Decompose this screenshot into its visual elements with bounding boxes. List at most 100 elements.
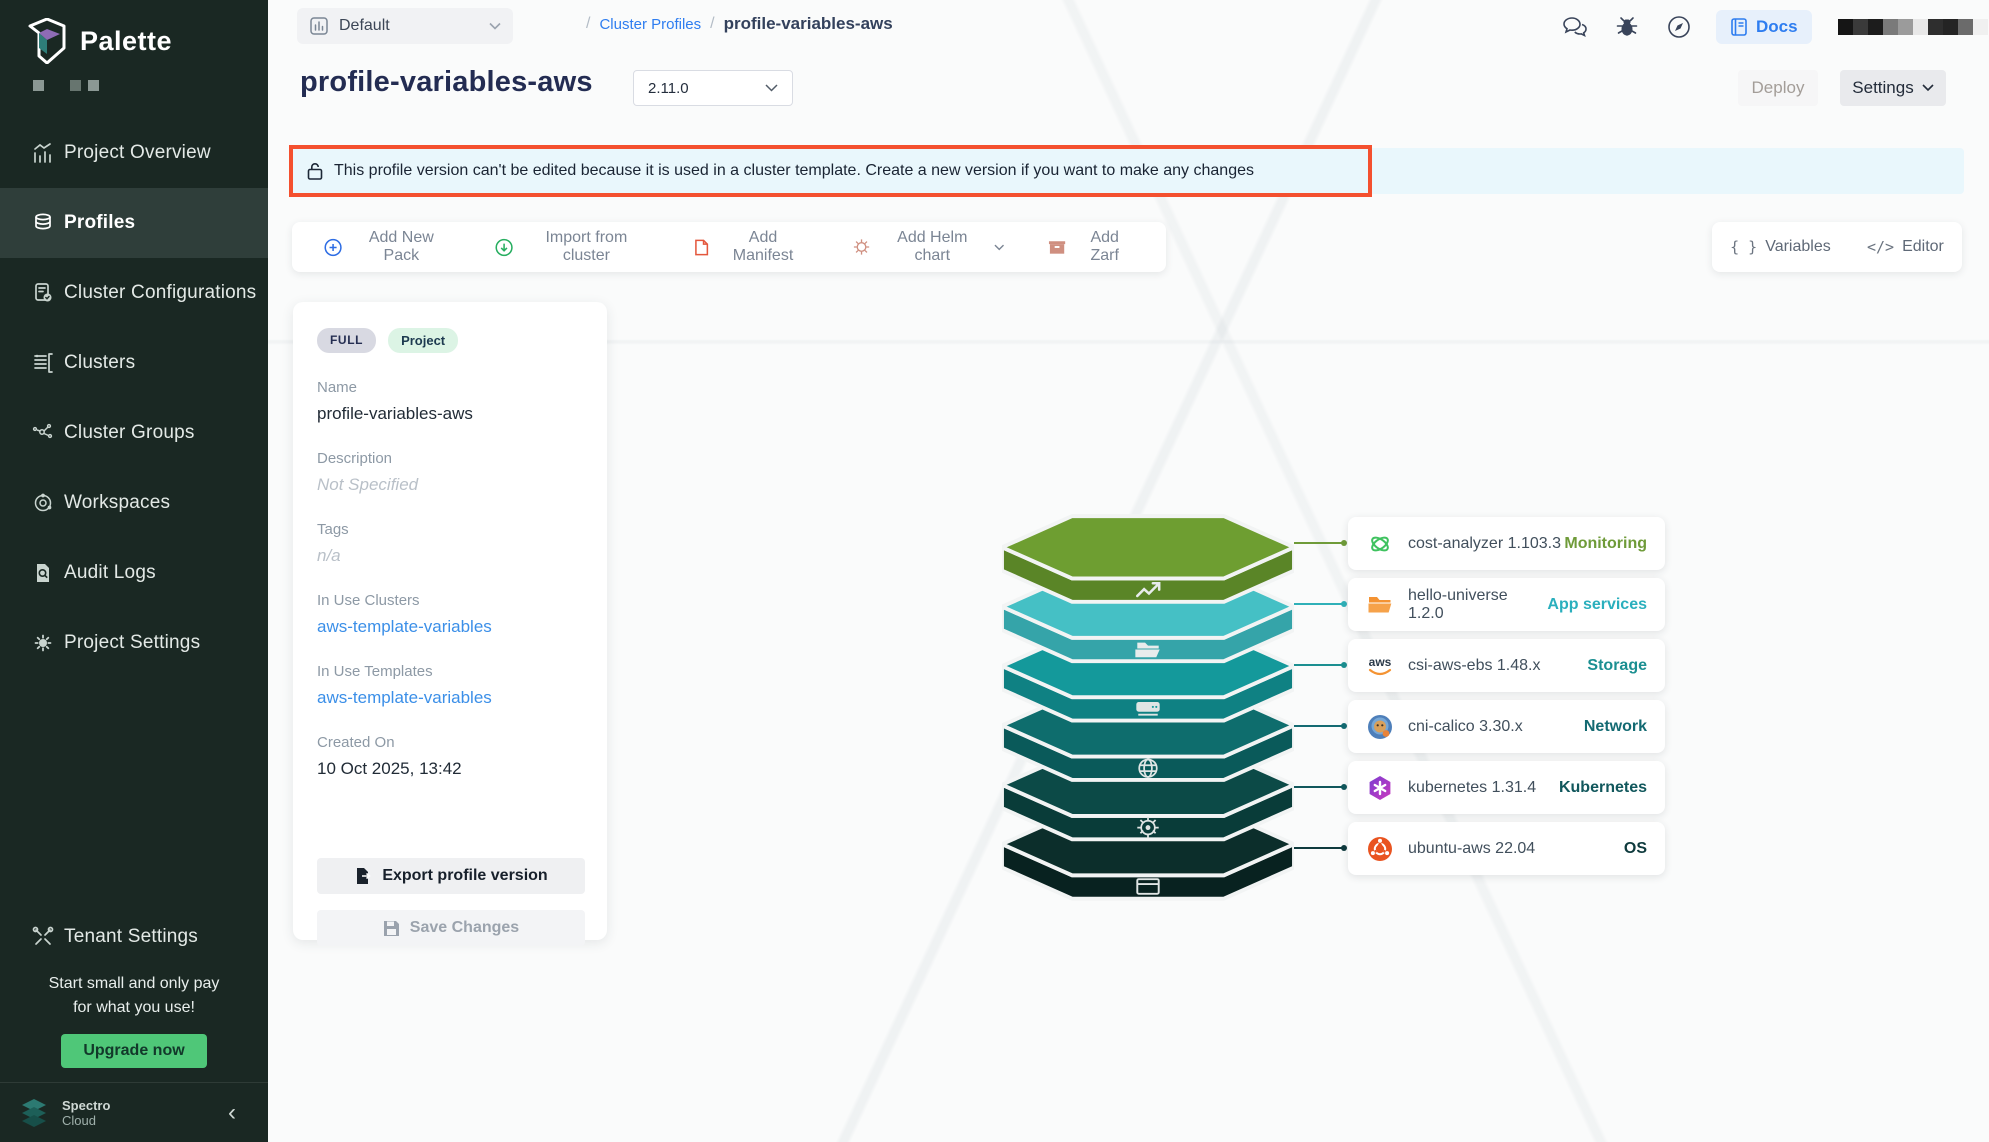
in-use-template-link[interactable]: aws-template-variables xyxy=(317,688,583,708)
variables-button[interactable]: { } Variables xyxy=(1730,238,1831,256)
bug-report-icon[interactable] xyxy=(1612,12,1642,42)
chevron-down-icon xyxy=(1922,84,1934,92)
pack-name: kubernetes 1.31.4 xyxy=(1408,779,1559,797)
editor-button[interactable]: </> Editor xyxy=(1867,238,1944,256)
pack-name: hello-universe 1.2.0 xyxy=(1408,587,1547,623)
profile-version-dropdown[interactable]: 2.11.0 xyxy=(633,70,793,106)
orbit-icon xyxy=(31,491,55,515)
sidebar-item-label: Cluster Configurations xyxy=(64,282,256,304)
redaction-block xyxy=(1958,19,1973,35)
project-selector-dropdown[interactable]: Default xyxy=(297,8,513,44)
breadcrumb-separator: / xyxy=(586,15,590,33)
redaction-block xyxy=(1898,19,1913,35)
docs-button-label: Docs xyxy=(1756,17,1798,37)
sidebar-item-project-overview[interactable]: Project Overview xyxy=(0,118,268,188)
sidebar-item-audit-logs[interactable]: Audit Logs xyxy=(0,538,268,608)
brand-line: Cloud xyxy=(62,1113,110,1128)
export-profile-version-button[interactable]: Export profile version xyxy=(317,858,585,894)
profile-scope-badge: Project xyxy=(388,328,458,353)
sidebar-item-label: Audit Logs xyxy=(64,562,156,584)
save-changes-button[interactable]: Save Changes xyxy=(317,910,585,946)
chevron-down-icon xyxy=(765,84,778,92)
sidebar-item-project-settings[interactable]: Project Settings xyxy=(0,608,268,678)
upgrade-now-button[interactable]: Upgrade now xyxy=(61,1034,206,1068)
aws-icon: aws xyxy=(1366,652,1394,680)
deploy-button[interactable]: Deploy xyxy=(1738,70,1818,106)
profile-version-value: 2.11.0 xyxy=(648,80,765,97)
redaction-block xyxy=(1943,19,1958,35)
pack-layer-label: OS xyxy=(1624,840,1647,858)
gear-icon xyxy=(31,631,55,655)
chevron-down-icon xyxy=(489,22,501,30)
docs-button[interactable]: Docs xyxy=(1716,10,1812,44)
sidebar-item-label: Cluster Groups xyxy=(64,422,195,444)
plus-circle-icon xyxy=(324,238,342,257)
redaction-block xyxy=(1928,19,1943,35)
add-new-pack-button[interactable]: Add New Pack xyxy=(302,222,473,272)
field-description: Description Not Specified xyxy=(317,450,583,495)
lock-icon xyxy=(306,161,324,181)
pack-layer-label: Monitoring xyxy=(1564,535,1647,553)
spectro-cloud-wordmark: Spectro Cloud xyxy=(62,1098,110,1128)
project-scope-icon xyxy=(309,16,329,36)
feedback-chat-icon[interactable] xyxy=(1560,12,1590,42)
pack-name: cost-analyzer 1.103.3 xyxy=(1408,535,1564,553)
in-use-cluster-link[interactable]: aws-template-variables xyxy=(317,617,583,637)
banner-message: This profile version can't be edited bec… xyxy=(334,162,1254,180)
sidebar-item-clusters[interactable]: Clusters xyxy=(0,328,268,398)
add-manifest-button[interactable]: Add Manifest xyxy=(672,222,830,272)
server-icon xyxy=(31,351,55,375)
connector-dot xyxy=(1341,784,1347,790)
braces-icon: { } xyxy=(1730,238,1757,256)
export-icon xyxy=(354,867,372,885)
helm-chart-icon xyxy=(852,237,871,257)
profile-info-card: FULL Project Name profile-variables-aws … xyxy=(293,302,607,940)
pack-card-cni-calico[interactable]: cni-calico 3.30.x Network xyxy=(1348,700,1665,753)
pack-card-ubuntu-aws[interactable]: ubuntu-aws 22.04 OS xyxy=(1348,822,1665,875)
collapse-sidebar-chevron-icon[interactable]: ‹ xyxy=(228,1099,236,1127)
audit-icon xyxy=(31,561,55,585)
add-helm-chart-button[interactable]: Add Helm chart xyxy=(830,222,1027,272)
sidebar-item-cluster-configurations[interactable]: Cluster Configurations xyxy=(0,258,268,328)
settings-button[interactable]: Settings xyxy=(1840,70,1946,106)
connector-line xyxy=(1294,664,1345,666)
import-from-cluster-button[interactable]: Import from cluster xyxy=(473,222,672,272)
connector-line xyxy=(1294,542,1345,544)
field-value: n/a xyxy=(317,546,583,566)
sidebar-item-tenant-settings[interactable]: Tenant Settings xyxy=(0,905,268,969)
upsell-panel: Start small and only pay for what you us… xyxy=(0,972,268,1068)
chart-icon xyxy=(31,141,55,165)
document-check-icon xyxy=(31,281,55,305)
add-zarf-button[interactable]: Add Zarf xyxy=(1026,222,1156,272)
compass-help-icon[interactable] xyxy=(1664,12,1694,42)
palette-app-window: Palette Project Overview Profiles xyxy=(0,0,1989,1142)
field-created-on: Created On 10 Oct 2025, 13:42 xyxy=(317,734,583,779)
header-actions: Docs xyxy=(1560,10,1989,44)
spectro-cloud-logo-icon xyxy=(16,1095,52,1131)
redaction-block xyxy=(88,80,99,91)
profile-stack-visualization xyxy=(1002,503,1294,904)
field-in-use-clusters: In Use Clusters aws-template-variables xyxy=(317,592,583,637)
connector-dot xyxy=(1341,723,1347,729)
pack-card-cost-analyzer[interactable]: cost-analyzer 1.103.3 Monitoring xyxy=(1348,517,1665,570)
palette-logo-icon xyxy=(26,18,68,64)
sidebar-item-workspaces[interactable]: Workspaces xyxy=(0,468,268,538)
pack-card-kubernetes[interactable]: kubernetes 1.31.4 Kubernetes xyxy=(1348,761,1665,814)
settings-button-label: Settings xyxy=(1852,78,1913,98)
breadcrumb-current: profile-variables-aws xyxy=(724,14,893,34)
pack-card-hello-universe[interactable]: hello-universe 1.2.0 App services xyxy=(1348,578,1665,631)
page-title: profile-variables-aws xyxy=(300,66,593,99)
field-value: profile-variables-aws xyxy=(317,404,583,424)
button-label: Export profile version xyxy=(382,867,547,885)
button-label: Import from cluster xyxy=(523,229,651,265)
sidebar-item-profiles[interactable]: Profiles xyxy=(0,188,268,258)
breadcrumb-link-cluster-profiles[interactable]: Cluster Profiles xyxy=(599,16,701,33)
save-floppy-icon xyxy=(383,920,400,937)
pack-card-csi-aws-ebs[interactable]: aws csi-aws-ebs 1.48.x Storage xyxy=(1348,639,1665,692)
connector-dot xyxy=(1341,662,1347,668)
redaction-block xyxy=(33,80,44,91)
sidebar-item-cluster-groups[interactable]: Cluster Groups xyxy=(0,398,268,468)
sidebar-menu: Project Overview Profiles Cluster Config… xyxy=(0,118,268,678)
project-selector-value: Default xyxy=(339,17,489,35)
connector-dot xyxy=(1341,845,1347,851)
